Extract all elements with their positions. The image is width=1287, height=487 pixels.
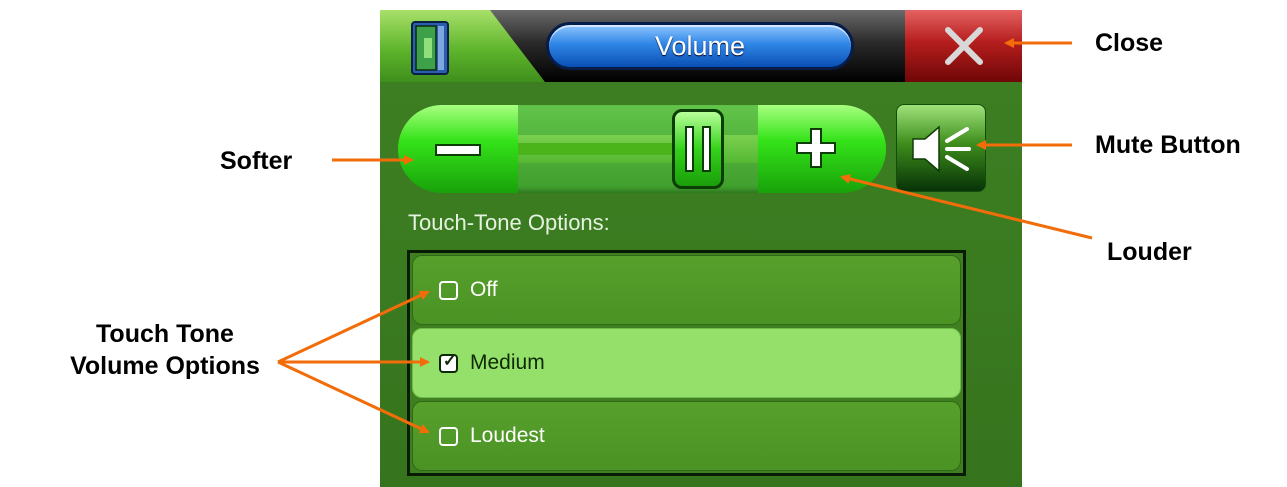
annotation-arrows [277,38,1093,434]
arrow-option-off [277,290,430,364]
arrow-option-loudest [277,360,430,434]
arrow-louder [840,174,1093,240]
